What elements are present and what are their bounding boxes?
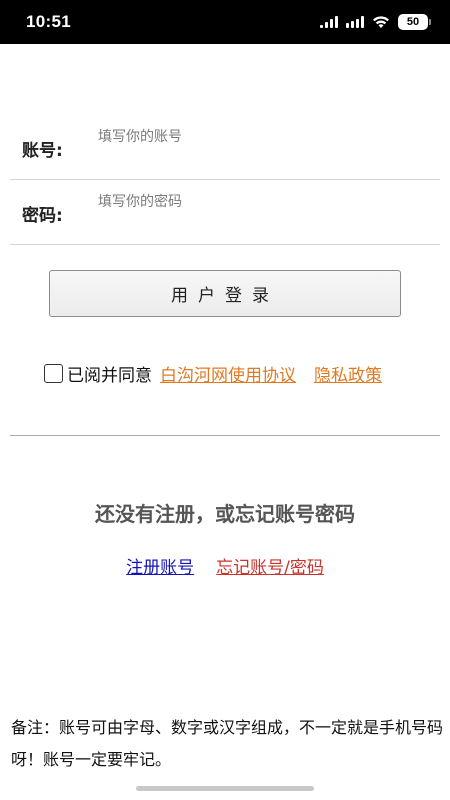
status-icons: 50 [320,14,431,30]
agreement-row: 已阅并同意 白沟河网使用协议 隐私政策 [44,360,382,386]
status-time: 10:51 [26,12,71,31]
account-links: 注册账号 忘记账号/密码 [0,553,450,578]
account-label: 账号: [22,141,63,161]
register-link[interactable]: 注册账号 [126,553,194,578]
password-label: 密码: [22,206,63,226]
agree-checkbox[interactable] [44,363,63,383]
terms-link[interactable]: 白沟河网使用协议 [160,361,296,386]
signal-strength-icon [346,16,364,28]
forgot-password-link[interactable]: 忘记账号/密码 [216,553,324,578]
battery-icon: 50 [398,14,431,30]
cellular-signal-icon [320,16,338,28]
account-input[interactable] [98,124,428,150]
register-prompt: 还没有注册，或忘记账号密码 [95,502,355,526]
wifi-icon [373,16,389,28]
privacy-link[interactable]: 隐私政策 [314,361,382,386]
battery-level: 50 [406,16,420,28]
account-row: 账号: [10,114,440,180]
agree-text: 已阅并同意 [67,365,152,386]
password-input[interactable] [98,189,428,215]
divider [10,435,440,436]
login-button[interactable]: 用户登录 [49,270,401,317]
home-indicator[interactable] [136,786,314,791]
status-bar: 10:51 50 [0,0,450,44]
password-row: 密码: [10,179,440,245]
note-text: 备注：账号可由字母、数字或汉字组成，不一定就是手机号码呀！账号一定要牢记。 [11,718,444,769]
